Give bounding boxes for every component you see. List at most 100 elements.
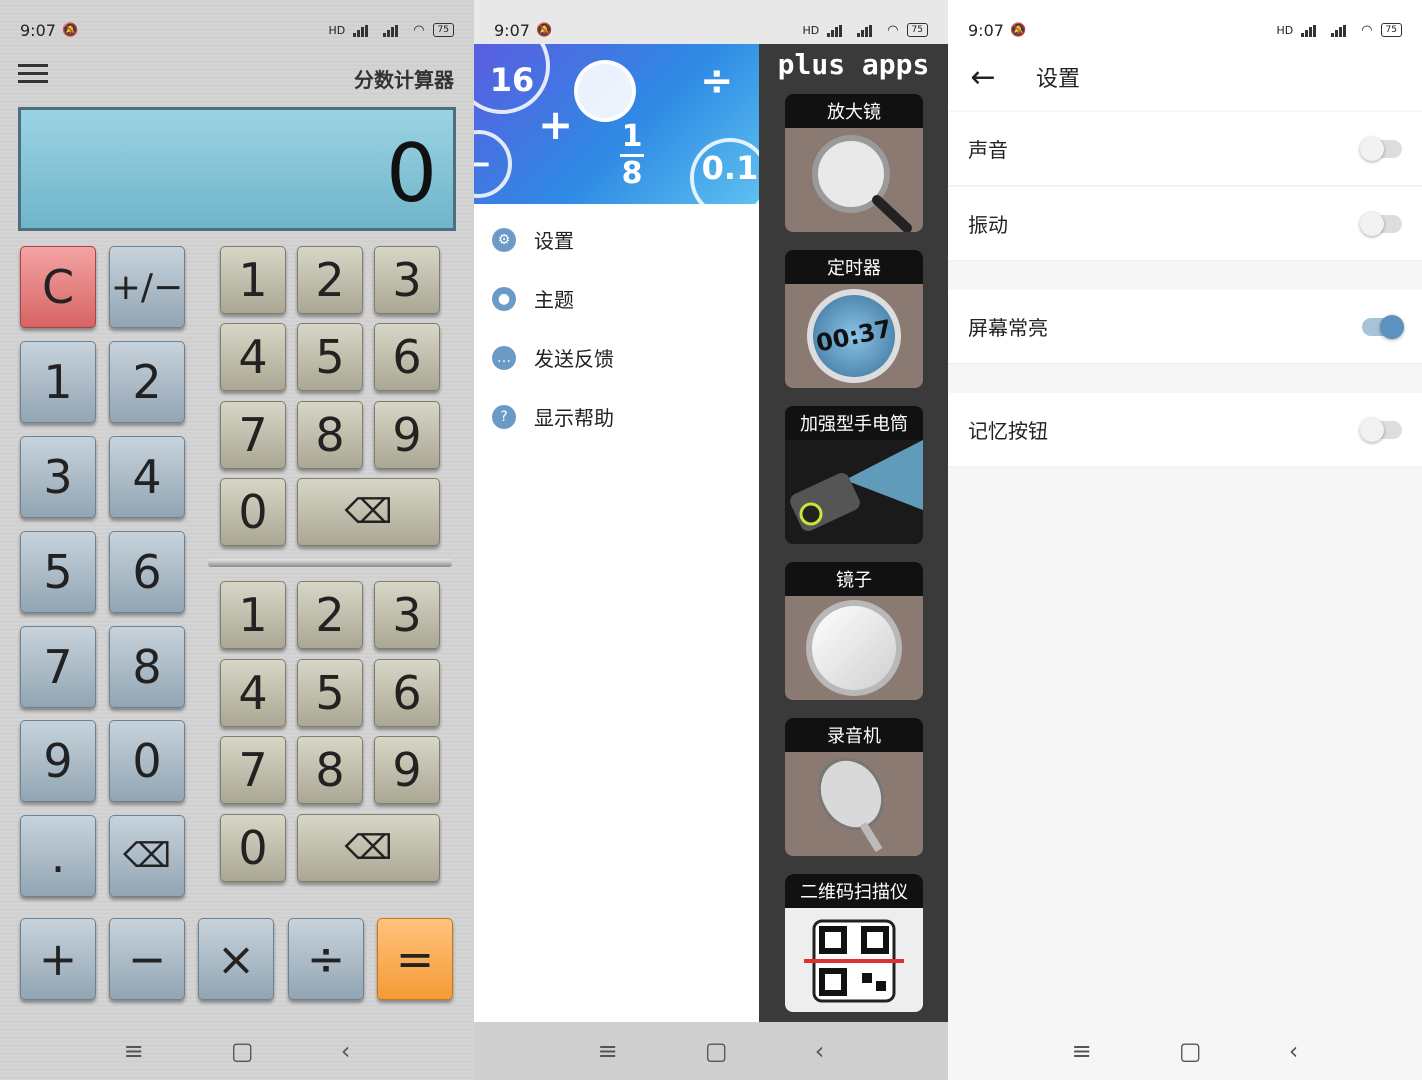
left-key-1[interactable]: 1 xyxy=(20,341,96,423)
setting-vibration[interactable]: 振动 xyxy=(948,187,1422,261)
menu-icon[interactable] xyxy=(18,64,48,86)
signal-icon xyxy=(1301,24,1323,37)
calculator-panel: 9:07 🔕 HD ◠ 75 分数计算器 0 C +/− 1 2 3 4 5 6… xyxy=(0,0,474,1080)
promo-label: 镜子 xyxy=(785,562,923,596)
signal-icon-2 xyxy=(857,24,879,37)
calculator-display: 0 xyxy=(18,107,456,231)
home-icon[interactable]: ▢ xyxy=(1179,1037,1202,1065)
promo-qr-scanner[interactable]: 二维码扫描仪 xyxy=(785,874,923,1012)
left-key-8[interactable]: 8 xyxy=(109,626,185,708)
palette-icon: ● xyxy=(492,286,516,311)
drawer-item-theme[interactable]: ● 主题 xyxy=(474,269,759,328)
top-key-2[interactable]: 2 xyxy=(297,246,363,314)
subtract-button[interactable]: − xyxy=(109,918,185,1000)
sound-toggle[interactable] xyxy=(1360,136,1402,161)
bottom-key-9[interactable]: 9 xyxy=(374,736,440,804)
flashlight-icon xyxy=(785,440,923,544)
bottom-key-4[interactable]: 4 xyxy=(220,659,286,727)
drawer-item-settings[interactable]: ⚙ 设置 xyxy=(474,210,759,269)
drawer-item-feedback[interactable]: … 发送反馈 xyxy=(474,328,759,387)
equals-button[interactable]: = xyxy=(377,918,453,1000)
left-key-5[interactable]: 5 xyxy=(20,531,96,613)
left-key-9[interactable]: 9 xyxy=(20,720,96,802)
bottom-key-6[interactable]: 6 xyxy=(374,659,440,727)
bottom-key-1[interactable]: 1 xyxy=(220,581,286,649)
left-key-2[interactable]: 2 xyxy=(109,341,185,423)
recents-icon[interactable]: ≡ xyxy=(1072,1037,1092,1065)
header-fraction: 1 8 xyxy=(620,120,644,191)
sign-toggle-button[interactable]: +/− xyxy=(109,246,185,328)
back-nav-icon[interactable]: ‹ xyxy=(341,1037,351,1065)
top-key-8[interactable]: 8 xyxy=(297,401,363,469)
bottom-key-7[interactable]: 7 xyxy=(220,736,286,804)
left-key-6[interactable]: 6 xyxy=(109,531,185,613)
divide-button[interactable]: ÷ xyxy=(288,918,364,1000)
left-key-3[interactable]: 3 xyxy=(20,436,96,518)
back-nav-icon[interactable]: ‹ xyxy=(815,1037,825,1065)
mirror-icon xyxy=(785,596,923,700)
top-key-1[interactable]: 1 xyxy=(220,246,286,314)
bottom-key-5[interactable]: 5 xyxy=(297,659,363,727)
mute-icon: 🔕 xyxy=(535,22,553,38)
home-icon[interactable]: ▢ xyxy=(231,1037,254,1065)
top-backspace-button[interactable]: ⌫ xyxy=(297,478,440,546)
wifi-icon: ◠ xyxy=(887,22,899,38)
bottom-backspace-button[interactable]: ⌫ xyxy=(297,814,440,882)
setting-keep-screen-on[interactable]: 屏幕常亮 xyxy=(948,290,1422,364)
plus-apps-pane: plus apps 放大镜 定时器 00:37 加强型手电筒 镜子 录音机 二维… xyxy=(759,44,948,1024)
top-key-5[interactable]: 5 xyxy=(297,323,363,391)
fraction-wheel-icon xyxy=(574,60,636,122)
recents-icon[interactable]: ≡ xyxy=(598,1037,618,1065)
home-icon[interactable]: ▢ xyxy=(705,1037,728,1065)
hd-label: HD xyxy=(1276,23,1294,37)
top-key-4[interactable]: 4 xyxy=(220,323,286,391)
promo-timer[interactable]: 定时器 00:37 xyxy=(785,250,923,388)
drawer-panel: 9:07 🔕 HD ◠ 75 16 + − 1 8 0.1 ÷ ⚙ 设置 ● 主… xyxy=(474,0,948,1080)
gear-icon: ⚙ xyxy=(492,227,516,252)
bottom-key-0[interactable]: 0 xyxy=(220,814,286,882)
setting-label: 声音 xyxy=(968,138,1008,162)
left-key-0[interactable]: 0 xyxy=(109,720,185,802)
top-key-9[interactable]: 9 xyxy=(374,401,440,469)
memory-buttons-toggle[interactable] xyxy=(1360,417,1402,442)
top-key-3[interactable]: 3 xyxy=(374,246,440,314)
setting-memory-buttons[interactable]: 记忆按钮 xyxy=(948,393,1422,467)
divide-icon: ÷ xyxy=(700,58,734,104)
signal-icon xyxy=(353,24,375,37)
left-key-7[interactable]: 7 xyxy=(20,626,96,708)
keep-screen-on-toggle[interactable] xyxy=(1362,314,1404,339)
help-icon: ? xyxy=(492,404,516,429)
promo-magnifier[interactable]: 放大镜 xyxy=(785,94,923,232)
chat-icon: … xyxy=(492,345,516,370)
bottom-key-8[interactable]: 8 xyxy=(297,736,363,804)
setting-sound[interactable]: 声音 xyxy=(948,112,1422,186)
battery-icon: 75 xyxy=(1380,23,1402,37)
vibration-toggle[interactable] xyxy=(1360,211,1402,236)
left-key-4[interactable]: 4 xyxy=(109,436,185,518)
decimal-button[interactable]: . xyxy=(20,815,96,897)
settings-panel: 9:07 🔕 HD ◠ 75 ← 设置 声音 振动 屏幕常亮 记忆按钮 ≡ ▢ … xyxy=(948,0,1422,1080)
setting-label: 记忆按钮 xyxy=(968,419,1048,443)
back-arrow-icon[interactable]: ← xyxy=(948,60,1018,95)
promo-flashlight[interactable]: 加强型手电筒 xyxy=(785,406,923,544)
top-key-6[interactable]: 6 xyxy=(374,323,440,391)
top-key-0[interactable]: 0 xyxy=(220,478,286,546)
drawer-item-help[interactable]: ? 显示帮助 xyxy=(474,387,759,446)
top-key-7[interactable]: 7 xyxy=(220,401,286,469)
promo-mirror[interactable]: 镜子 xyxy=(785,562,923,700)
bottom-key-2[interactable]: 2 xyxy=(297,581,363,649)
bottom-key-3[interactable]: 3 xyxy=(374,581,440,649)
stopwatch-icon: 00:37 xyxy=(785,280,923,388)
backspace-button[interactable]: ⌫ xyxy=(109,815,185,897)
recents-icon[interactable]: ≡ xyxy=(124,1037,144,1065)
clear-button[interactable]: C xyxy=(20,246,96,328)
back-nav-icon[interactable]: ‹ xyxy=(1289,1037,1299,1065)
add-button[interactable]: + xyxy=(20,918,96,1000)
signal-icon-2 xyxy=(383,24,405,37)
multiply-button[interactable]: × xyxy=(198,918,274,1000)
qr-code-icon xyxy=(785,908,923,1012)
promo-recorder[interactable]: 录音机 xyxy=(785,718,923,856)
mute-icon: 🔕 xyxy=(61,22,79,38)
wifi-icon: ◠ xyxy=(413,22,425,38)
signal-icon xyxy=(827,24,849,37)
